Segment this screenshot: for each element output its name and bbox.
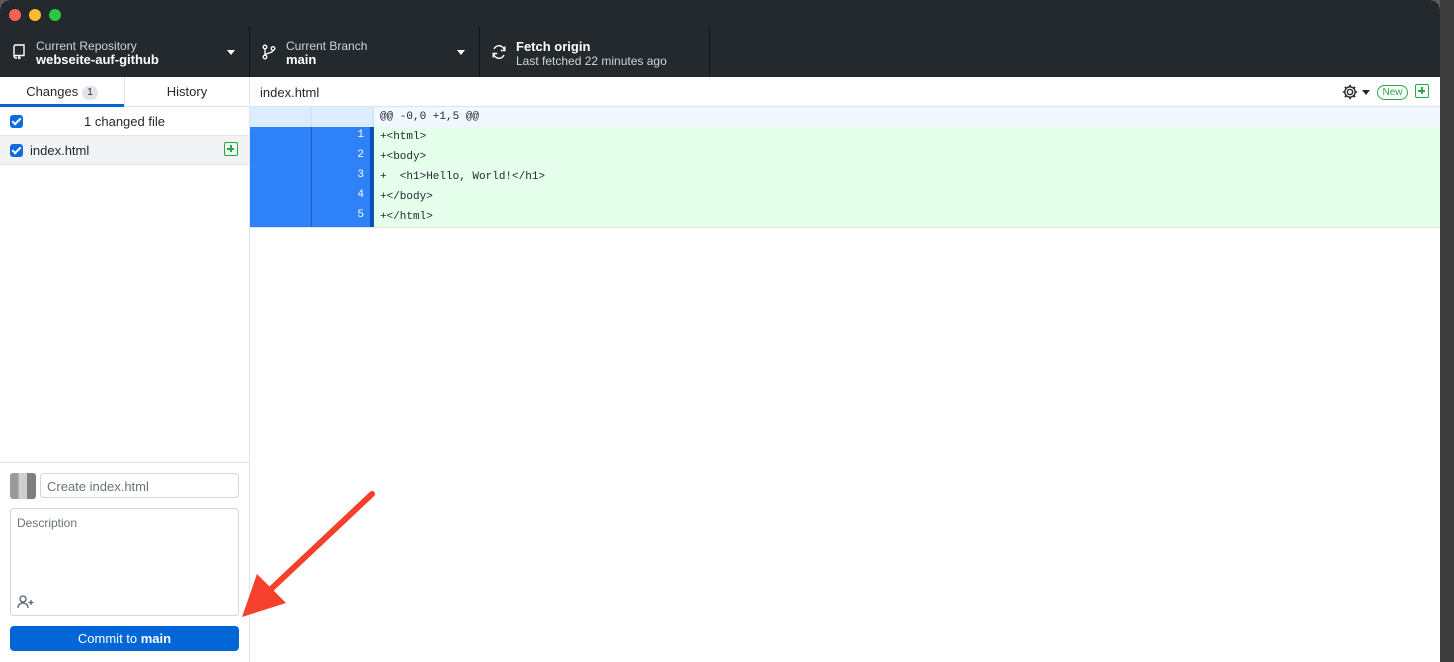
chevron-down-icon[interactable] bbox=[1362, 90, 1370, 95]
hunk-header-text: @@ -0,0 +1,5 @@ bbox=[380, 111, 480, 123]
sidebar: Changes 1 History 1 changed file index.ht… bbox=[0, 77, 250, 662]
commit-button-branch: main bbox=[140, 631, 172, 646]
sync-icon bbox=[492, 45, 506, 59]
gutter-old bbox=[250, 107, 312, 127]
gear-icon[interactable] bbox=[1341, 83, 1359, 101]
commit-button[interactable]: Commit to main bbox=[10, 626, 239, 651]
changed-files-header: 1 changed file bbox=[0, 107, 249, 136]
diff-line[interactable]: 1 +<html> bbox=[250, 127, 1440, 147]
current-repository-button[interactable]: Current Repository webseite-auf-github bbox=[0, 27, 250, 77]
app-window: Current Repository webseite-auf-github C… bbox=[0, 0, 1440, 662]
current-branch-label: Current Branch bbox=[286, 39, 368, 53]
zoom-window-button[interactable] bbox=[49, 9, 61, 21]
current-branch-name: main bbox=[286, 52, 317, 67]
current-repository-name: webseite-auf-github bbox=[36, 52, 159, 67]
gutter-old[interactable] bbox=[250, 127, 312, 147]
gutter-old[interactable] bbox=[250, 207, 312, 227]
fetch-origin-button[interactable]: Fetch origin Last fetched 22 minutes ago bbox=[480, 27, 710, 77]
chevron-down-icon bbox=[457, 50, 465, 55]
window-shadow-edge bbox=[1440, 0, 1454, 662]
file-name: index.html bbox=[30, 143, 90, 158]
changed-files-count: 1 changed file bbox=[84, 114, 165, 129]
gutter-new bbox=[312, 107, 374, 127]
add-file-icon bbox=[1415, 84, 1429, 98]
diff-line-code: +</html> bbox=[380, 211, 433, 223]
diff-line-code: + <h1>Hello, World!</h1> bbox=[380, 171, 546, 183]
hunk-header-row: @@ -0,0 +1,5 @@ bbox=[250, 107, 1440, 127]
commit-button-prefix: Commit to bbox=[77, 631, 141, 646]
line-number[interactable]: 5 bbox=[312, 207, 374, 227]
diff-panel: index.html New @@ -0,0 +1,5 @@ 1 +<html> bbox=[250, 77, 1440, 662]
sidebar-tabs: Changes 1 History bbox=[0, 77, 249, 107]
tab-history-label: History bbox=[166, 84, 208, 99]
minimize-window-button[interactable] bbox=[29, 9, 41, 21]
current-branch-button[interactable]: Current Branch main bbox=[250, 27, 480, 77]
diff-line[interactable]: 4 +</body> bbox=[250, 187, 1440, 207]
chevron-down-icon bbox=[227, 50, 235, 55]
new-file-badge: New bbox=[1377, 85, 1408, 100]
repo-icon bbox=[13, 44, 25, 60]
diff-line-code: +<body> bbox=[380, 151, 427, 163]
branch-icon bbox=[262, 44, 276, 60]
fetch-origin-title: Fetch origin bbox=[516, 39, 591, 54]
diff-file-name: index.html bbox=[260, 85, 320, 100]
tab-changes[interactable]: Changes 1 bbox=[0, 77, 124, 107]
add-coauthor-icon[interactable] bbox=[17, 595, 35, 609]
changes-count-badge: 1 bbox=[82, 86, 98, 100]
description-placeholder: Description bbox=[17, 516, 78, 530]
line-number[interactable]: 3 bbox=[312, 167, 374, 187]
file-include-checkbox[interactable] bbox=[10, 144, 23, 157]
list-item[interactable]: index.html bbox=[0, 136, 249, 165]
tab-changes-label: Changes bbox=[26, 84, 79, 99]
gutter-old[interactable] bbox=[250, 147, 312, 167]
diff-line-code: +</body> bbox=[380, 191, 433, 203]
last-fetched-text: Last fetched 22 minutes ago bbox=[516, 54, 667, 68]
line-number[interactable]: 1 bbox=[312, 127, 374, 147]
diff-line[interactable]: 5 +</html> bbox=[250, 207, 1440, 227]
diff-view: @@ -0,0 +1,5 @@ 1 +<html> 2 +<body> 3 + … bbox=[250, 107, 1440, 228]
diff-line[interactable]: 2 +<body> bbox=[250, 147, 1440, 167]
diff-line-code: +<html> bbox=[380, 131, 427, 143]
toolbar: Current Repository webseite-auf-github C… bbox=[0, 27, 1440, 77]
current-repository-label: Current Repository bbox=[36, 39, 137, 53]
file-added-icon bbox=[224, 142, 238, 156]
close-window-button[interactable] bbox=[9, 9, 21, 21]
gutter-old[interactable] bbox=[250, 167, 312, 187]
diff-file-header: index.html New bbox=[250, 77, 1440, 107]
line-number[interactable]: 2 bbox=[312, 147, 374, 167]
commit-summary-input[interactable]: Create index.html bbox=[40, 473, 239, 498]
tab-history[interactable]: History bbox=[124, 77, 249, 106]
diff-end-divider bbox=[250, 227, 1440, 228]
diff-line[interactable]: 3 + <h1>Hello, World!</h1> bbox=[250, 167, 1440, 187]
line-number[interactable]: 4 bbox=[312, 187, 374, 207]
commit-description-field[interactable]: Description bbox=[10, 508, 239, 616]
commit-panel: Create index.html Description Commit to … bbox=[0, 462, 249, 662]
gutter-old[interactable] bbox=[250, 187, 312, 207]
avatar bbox=[10, 473, 36, 499]
title-bar bbox=[0, 0, 1440, 27]
